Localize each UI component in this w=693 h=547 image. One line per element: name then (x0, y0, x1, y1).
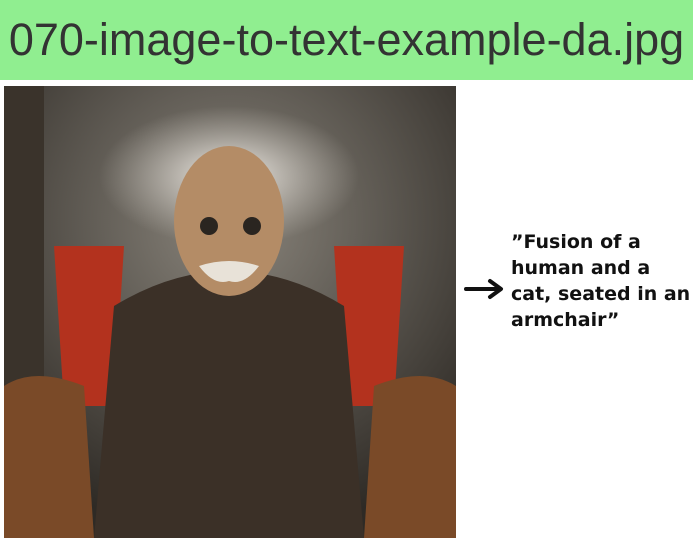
arrow-right-icon (464, 279, 503, 299)
image-caption: ”Fusion of a human and a cat, seated in … (511, 231, 691, 331)
file-title: 070-image-to-text-example-da.jpg (8, 14, 685, 65)
example-image (4, 86, 456, 538)
title-banner: 070-image-to-text-example-da.jpg (0, 0, 693, 80)
